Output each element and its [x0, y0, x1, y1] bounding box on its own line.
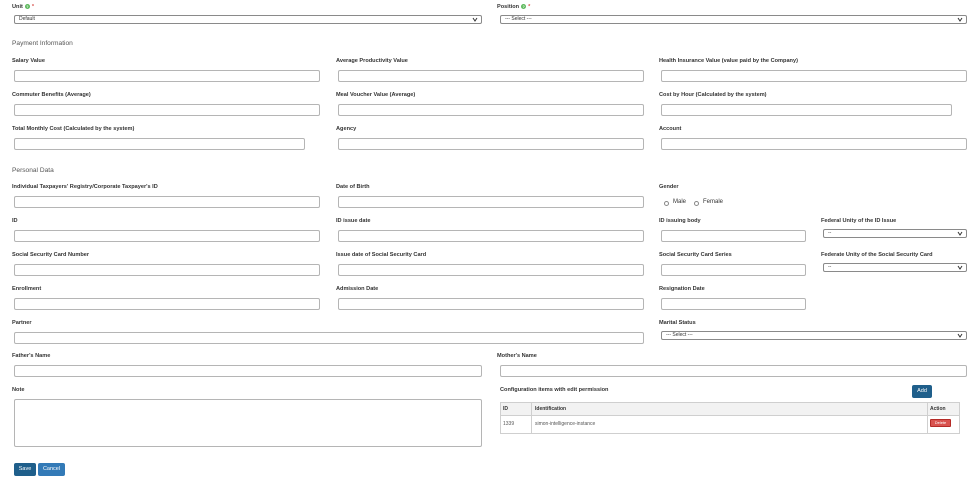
- taxpayer-input[interactable]: [14, 196, 320, 208]
- gender-female-radio[interactable]: [694, 201, 699, 206]
- note-label: Note: [12, 387, 25, 393]
- marital-status-select[interactable]: --- Select ---: [661, 331, 967, 340]
- chevron-down-icon: [472, 17, 478, 22]
- taxpayer-label: Individual Taxpayers' Registry/Corporate…: [12, 184, 158, 190]
- dob-label: Date of Birth: [336, 184, 370, 190]
- total-monthly-input[interactable]: [14, 138, 305, 150]
- avg-productivity-label: Average Productivity Value: [336, 58, 408, 64]
- commuter-label: Commuter Benefits (Average): [12, 92, 91, 98]
- marital-status-label: Marital Status: [659, 320, 696, 326]
- save-button[interactable]: Save: [14, 463, 36, 476]
- unit-select-value: Default: [19, 16, 35, 22]
- id-label: ID: [12, 218, 18, 224]
- meal-voucher-input[interactable]: [338, 104, 644, 116]
- unit-label: Unit? *: [12, 4, 34, 10]
- row-id: 1339: [503, 421, 515, 427]
- resignation-date-input[interactable]: [661, 298, 806, 310]
- federate-unity-ssc-label: Federate Unity of the Social Security Ca…: [821, 252, 933, 258]
- account-input[interactable]: [661, 138, 967, 150]
- federal-unity-id-select[interactable]: --: [823, 229, 967, 238]
- resignation-date-label: Resignation Date: [659, 286, 705, 292]
- admission-date-label: Admission Date: [336, 286, 379, 292]
- table-header: [501, 403, 959, 416]
- marital-status-value: --- Select ---: [666, 332, 693, 338]
- agency-label: Agency: [336, 126, 357, 132]
- required-mark: *: [31, 4, 35, 10]
- gender-label: Gender: [659, 184, 679, 190]
- salary-input[interactable]: [14, 70, 320, 82]
- chevron-down-icon: [957, 265, 963, 270]
- gender-male-radio[interactable]: [664, 201, 669, 206]
- position-label: Position? *: [497, 4, 530, 10]
- column-divider: [927, 403, 928, 433]
- column-header-id: ID: [503, 406, 508, 412]
- id-issue-date-input[interactable]: [338, 230, 644, 242]
- id-issuing-body-label: ID issuing body: [659, 218, 701, 224]
- column-header-action: Action: [930, 406, 946, 412]
- chevron-down-icon: [957, 231, 963, 236]
- meal-voucher-label: Meal Voucher Value (Average): [336, 92, 416, 98]
- gender-male-label: Male: [673, 199, 687, 205]
- unit-select[interactable]: Default: [14, 15, 482, 24]
- unit-label-text: Unit: [12, 4, 23, 10]
- partner-input[interactable]: [14, 332, 644, 344]
- config-title: Configuration items with edit permission: [500, 387, 609, 393]
- ssc-series-label: Social Security Card Series: [659, 252, 732, 258]
- father-name-label: Father's Name: [12, 353, 51, 359]
- federate-unity-ssc-select[interactable]: --: [823, 263, 967, 272]
- father-name-input[interactable]: [14, 365, 482, 377]
- note-textarea[interactable]: [14, 399, 482, 447]
- position-label-text: Position: [497, 4, 520, 10]
- id-issue-date-label: ID issue date: [336, 218, 371, 224]
- position-select-value: --- Select ---: [505, 16, 532, 22]
- info-icon[interactable]: ?: [24, 4, 30, 10]
- mother-name-label: Mother's Name: [497, 353, 537, 359]
- health-insurance-label: Health Insurance Value (value paid by th…: [659, 58, 798, 64]
- ssc-issue-date-label: Issue date of Social Security Card: [336, 252, 427, 258]
- federal-unity-id-label: Federal Unity of the ID Issue: [821, 218, 897, 224]
- admission-date-input[interactable]: [338, 298, 644, 310]
- id-input[interactable]: [14, 230, 320, 242]
- cancel-button[interactable]: Cancel: [38, 463, 65, 476]
- position-select[interactable]: --- Select ---: [500, 15, 967, 24]
- chevron-down-icon: [957, 17, 963, 22]
- partner-label: Partner: [12, 320, 32, 326]
- chevron-down-icon: [957, 333, 963, 338]
- ssc-series-input[interactable]: [661, 264, 806, 276]
- config-table: ID Identification Action 1339 simon-inte…: [500, 402, 960, 434]
- total-monthly-label: Total Monthly Cost (Calculated by the sy…: [12, 126, 135, 132]
- info-icon[interactable]: ?: [521, 4, 527, 10]
- personal-section-title: Personal Data: [12, 167, 54, 174]
- health-insurance-input[interactable]: [661, 70, 967, 82]
- agency-input[interactable]: [338, 138, 644, 150]
- salary-label: Salary Value: [12, 58, 45, 64]
- avg-productivity-input[interactable]: [338, 70, 644, 82]
- ssc-issue-date-input[interactable]: [338, 264, 644, 276]
- account-label: Account: [659, 126, 682, 132]
- required-mark: *: [528, 4, 531, 10]
- delete-button[interactable]: Delete: [930, 419, 951, 427]
- federal-unity-id-value: --: [828, 230, 832, 236]
- cost-by-hour-input[interactable]: [661, 104, 952, 116]
- cost-by-hour-label: Cost by Hour (Calculated by the system): [659, 92, 767, 98]
- row-identification: simon-intelligence-instance: [535, 421, 596, 427]
- ssc-number-input[interactable]: [14, 264, 320, 276]
- commuter-input[interactable]: [14, 104, 320, 116]
- column-divider: [531, 403, 532, 433]
- mother-name-input[interactable]: [500, 365, 967, 377]
- ssc-number-label: Social Security Card Number: [12, 252, 90, 258]
- enrollment-label: Enrollment: [12, 286, 42, 292]
- column-header-identification: Identification: [535, 406, 567, 412]
- dob-input[interactable]: [338, 196, 644, 208]
- payment-section-title: Payment Information: [12, 40, 73, 47]
- federate-unity-ssc-value: --: [828, 264, 832, 270]
- id-issuing-body-input[interactable]: [661, 230, 806, 242]
- add-button[interactable]: Add: [912, 385, 932, 398]
- enrollment-input[interactable]: [14, 298, 320, 310]
- gender-female-label: Female: [703, 199, 724, 205]
